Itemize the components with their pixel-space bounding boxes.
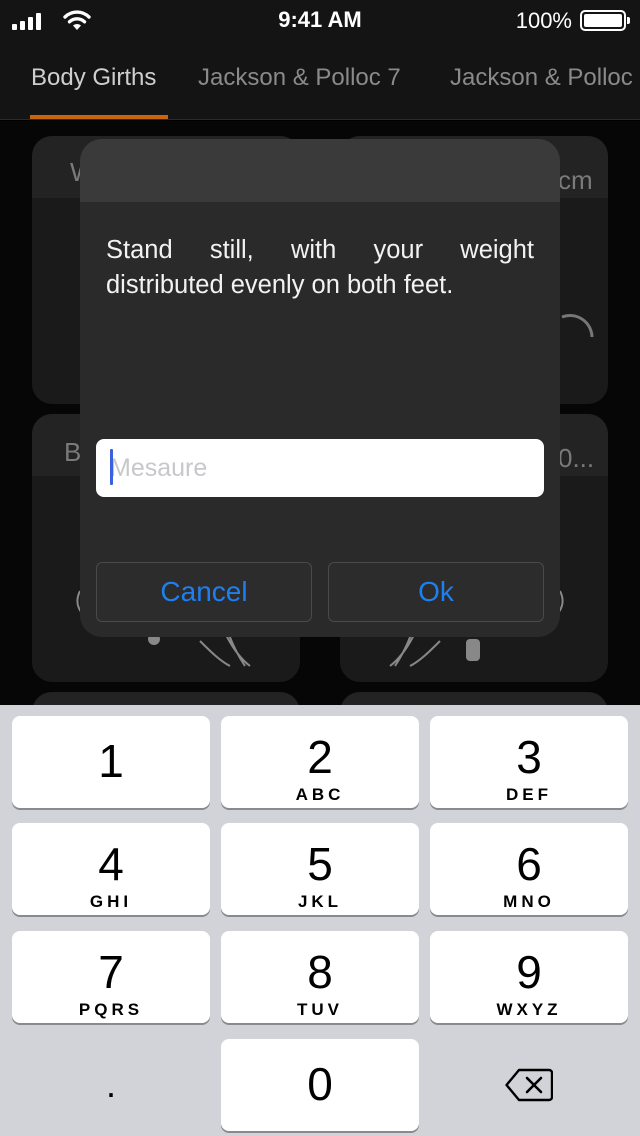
- key-number: 8: [307, 946, 333, 998]
- delete-key[interactable]: [430, 1039, 628, 1131]
- key-number: 1: [98, 735, 124, 787]
- numeric-keypad: 1 2 ABC 3 DEF 4 GHI 5 JKL 6 MNO 7 PQRS 8…: [0, 705, 640, 1136]
- key-7[interactable]: 7 PQRS: [12, 931, 210, 1023]
- decimal-key[interactable]: .: [12, 1039, 210, 1131]
- gauge-arc-icon: [561, 314, 594, 338]
- card-label: 0...: [558, 443, 595, 473]
- key-number: 5: [307, 838, 333, 890]
- battery-percentage: 100%: [515, 8, 572, 33]
- key-letters: DEF: [506, 785, 552, 804]
- card-label: cm: [558, 165, 593, 195]
- key-letters: WXYZ: [496, 1000, 562, 1019]
- tab-bar: Body Girths Jackson & Polloc 7 Jackson &…: [0, 40, 640, 120]
- dialog-message: Stand still, with your weight distribute…: [106, 236, 534, 299]
- key-letters: GHI: [89, 892, 133, 911]
- key-number: 6: [516, 838, 542, 890]
- key-8[interactable]: 8 TUV: [221, 931, 419, 1023]
- key-9[interactable]: 9 WXYZ: [430, 931, 628, 1023]
- backspace-icon: [505, 1068, 553, 1102]
- tab-body-girths[interactable]: Body Girths: [31, 64, 156, 92]
- status-bar: 9:41 AM 100%: [0, 0, 640, 40]
- key-3[interactable]: 3 DEF: [430, 716, 628, 808]
- measure-dialog: Stand still, with your weight distribute…: [80, 139, 560, 637]
- key-2[interactable]: 2 ABC: [221, 716, 419, 808]
- key-number: 0: [307, 1058, 333, 1110]
- key-5[interactable]: 5 JKL: [221, 823, 419, 915]
- battery-icon: [580, 10, 630, 31]
- tab-jackson-polloc[interactable]: Jackson & Polloc: [450, 64, 633, 92]
- key-number: 7: [98, 946, 124, 998]
- text-cursor: [110, 449, 113, 485]
- key-number: 9: [516, 946, 542, 998]
- key-letters: ABC: [295, 785, 345, 804]
- card-label: B: [64, 437, 82, 467]
- key-6[interactable]: 6 MNO: [430, 823, 628, 915]
- key-1[interactable]: 1: [12, 716, 210, 808]
- measure-input[interactable]: [96, 439, 544, 497]
- key-number: 2: [307, 731, 333, 783]
- key-letters: MNO: [503, 892, 555, 911]
- ok-button[interactable]: Ok: [328, 562, 544, 622]
- key-0[interactable]: 0: [221, 1039, 419, 1131]
- key-4[interactable]: 4 GHI: [12, 823, 210, 915]
- key-letters: TUV: [297, 1000, 343, 1019]
- key-letters: JKL: [297, 892, 343, 911]
- tab-jackson-polloc-7[interactable]: Jackson & Polloc 7: [198, 64, 401, 92]
- key-letters: PQRS: [78, 1000, 144, 1019]
- key-number: 4: [98, 838, 124, 890]
- dialog-header: [80, 139, 560, 202]
- active-tab-indicator: [30, 115, 168, 119]
- key-number: 3: [516, 731, 542, 783]
- cancel-button[interactable]: Cancel: [96, 562, 312, 622]
